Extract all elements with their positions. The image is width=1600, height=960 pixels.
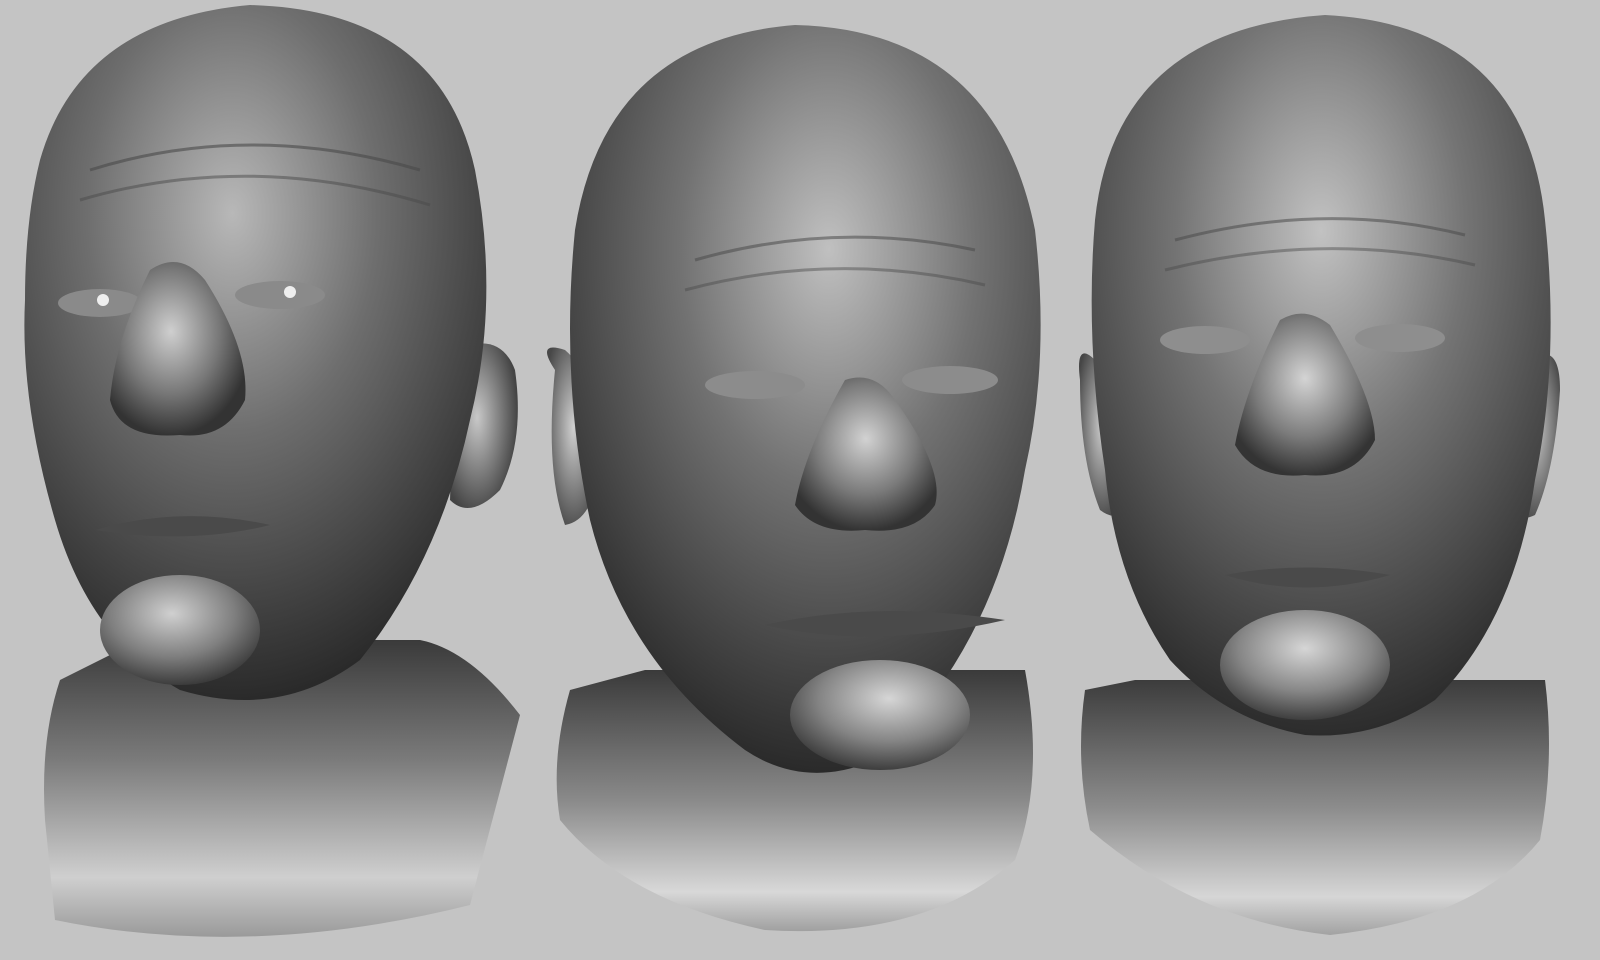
head-sculpt-right xyxy=(1075,0,1600,960)
eye-right xyxy=(902,366,998,394)
head-left-render xyxy=(24,5,520,937)
eye-right xyxy=(235,281,325,309)
eye-left xyxy=(1160,326,1250,354)
eye-left xyxy=(705,371,805,399)
head-sculpt-left xyxy=(0,0,540,960)
head-right-render xyxy=(1079,15,1560,935)
head-center-render xyxy=(547,25,1041,932)
skull-shape xyxy=(570,25,1041,773)
chin-shape xyxy=(100,575,260,685)
chin-shape xyxy=(1220,610,1390,720)
eye-right xyxy=(1355,324,1445,352)
head-sculpt-center xyxy=(545,0,1080,960)
sculpt-viewport xyxy=(0,0,1600,960)
chin-shape xyxy=(790,660,970,770)
skull-shape xyxy=(24,5,487,700)
